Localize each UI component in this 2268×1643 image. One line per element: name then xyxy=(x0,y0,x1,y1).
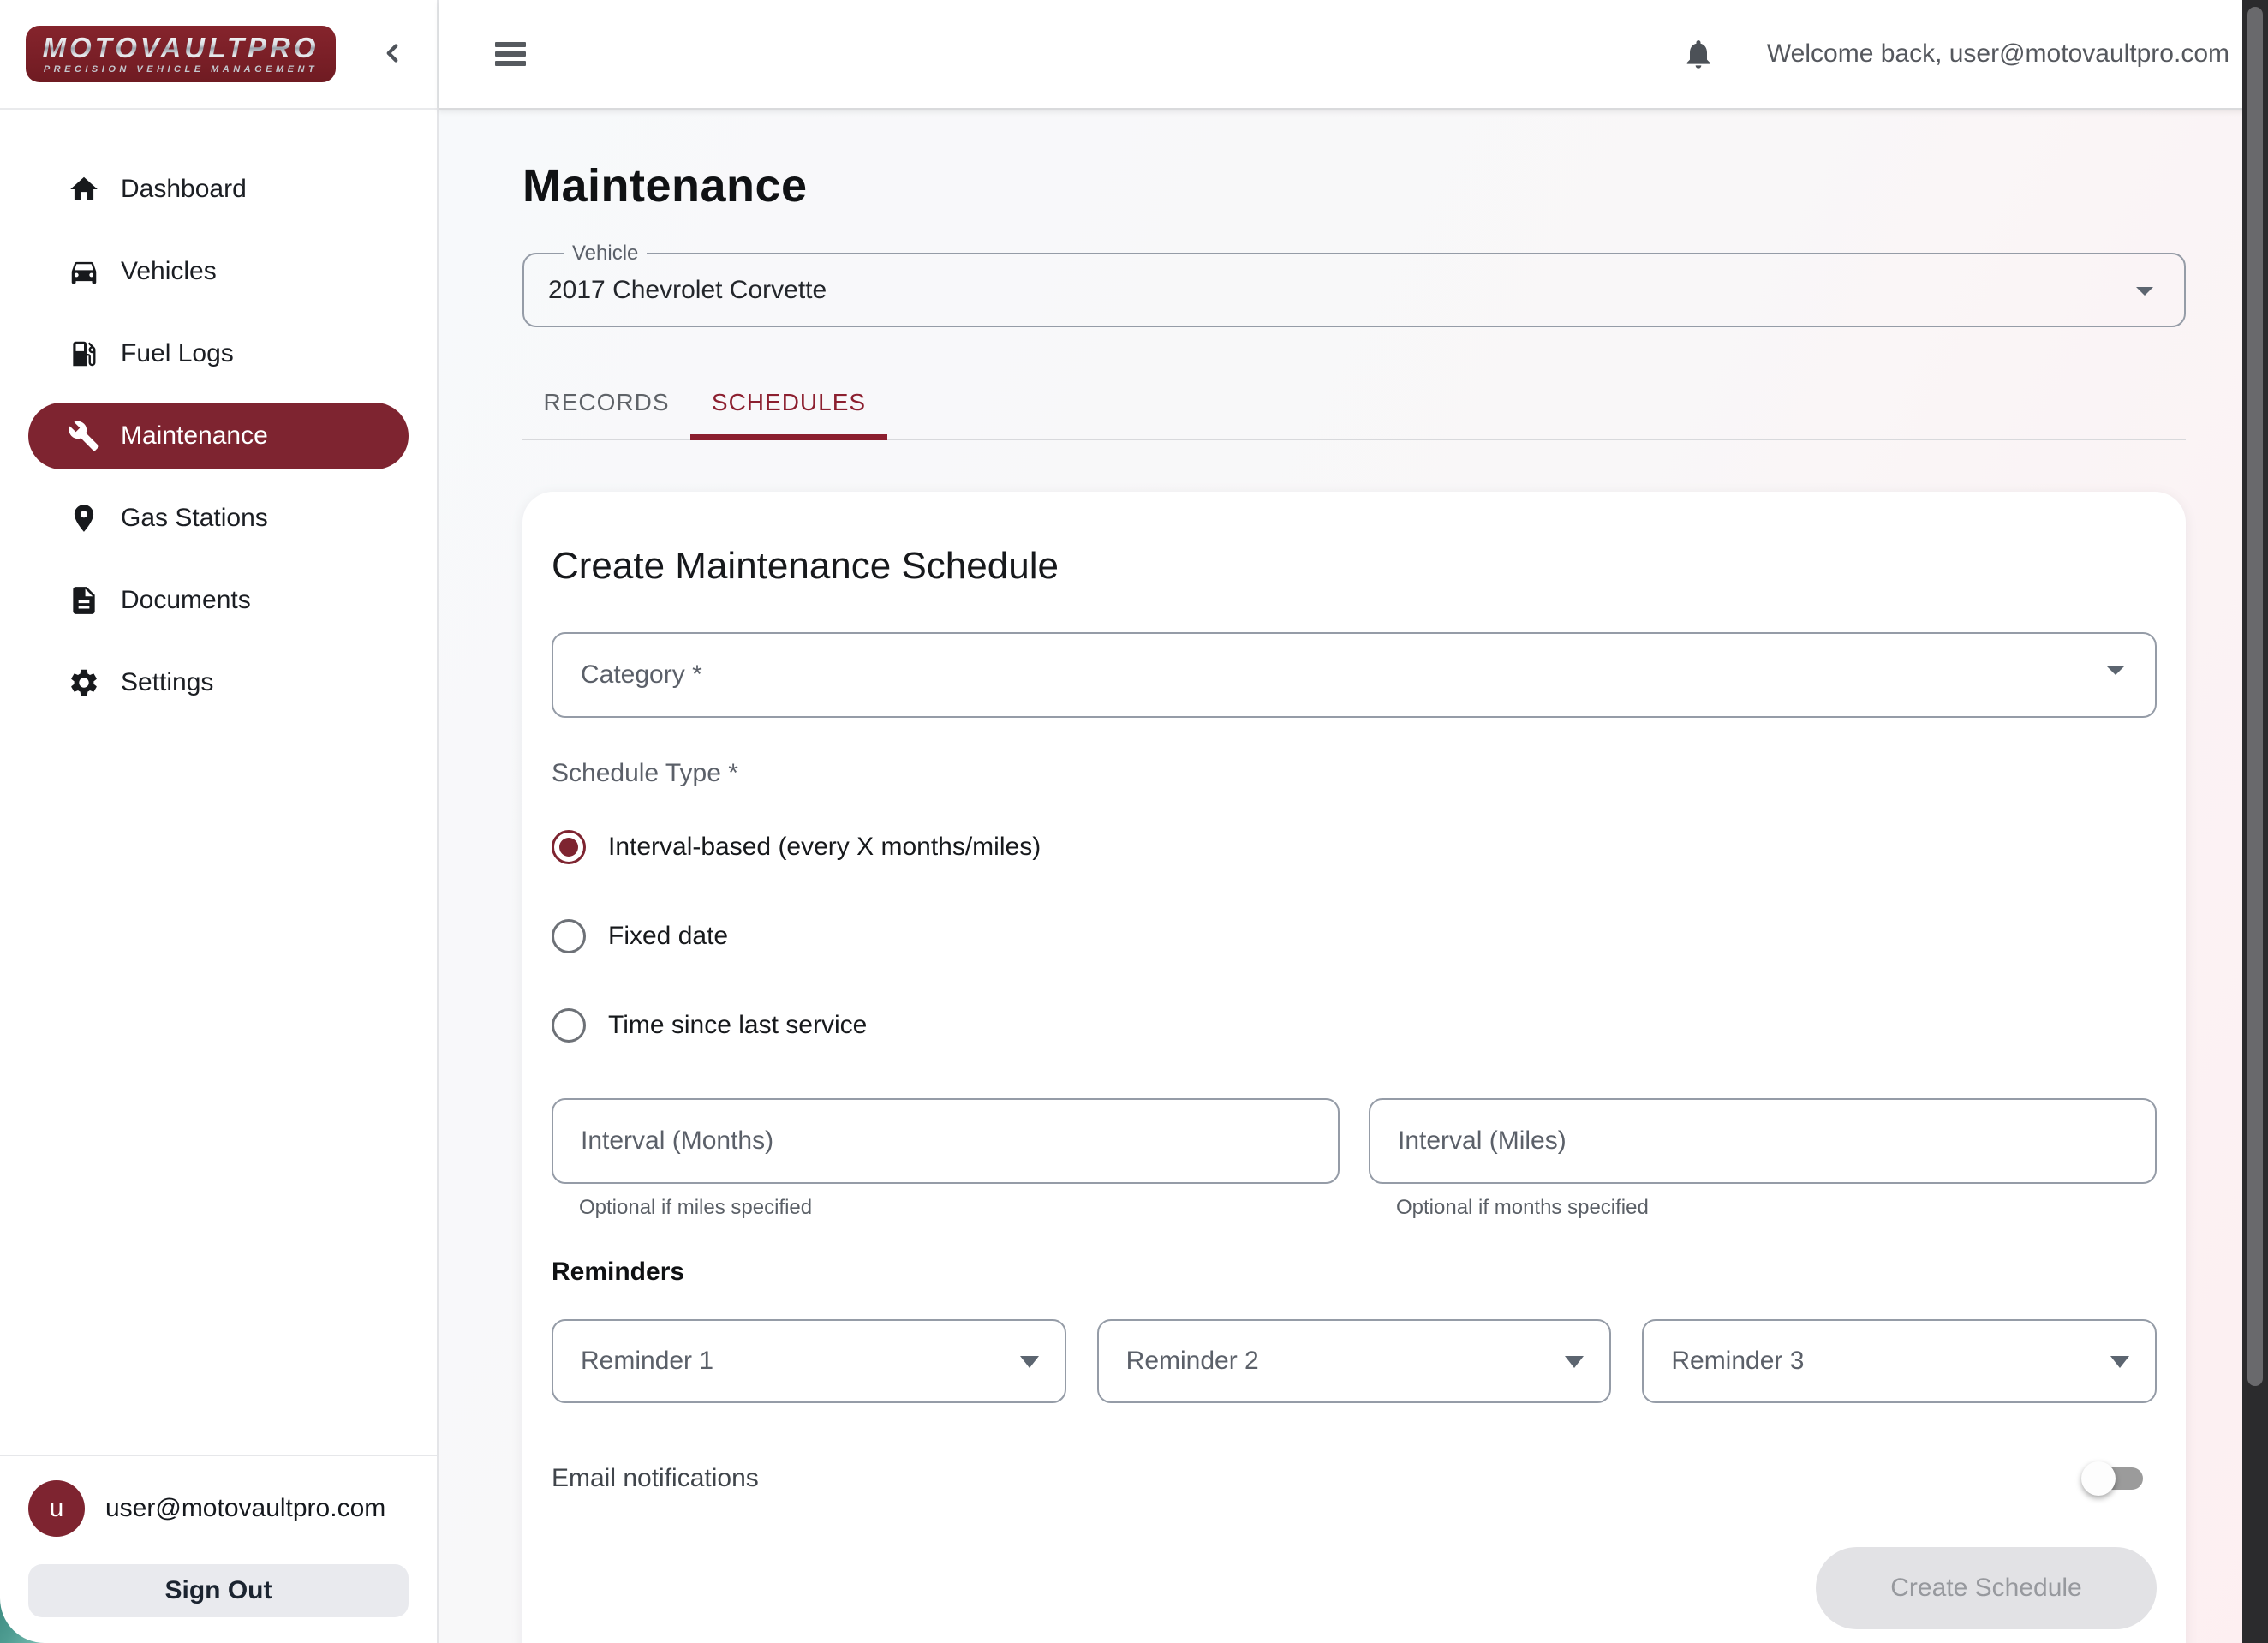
scrollbar-thumb[interactable] xyxy=(2247,7,2263,1386)
interval-fields-row: Optional if miles specified Optional if … xyxy=(552,1098,2157,1220)
notifications-bell-icon[interactable] xyxy=(1681,35,1719,73)
app-root: MOTOVAULTPRO PRECISION VEHICLE MANAGEMEN… xyxy=(0,0,2268,1643)
brand-subtitle: PRECISION VEHICLE MANAGEMENT xyxy=(44,65,318,75)
car-icon xyxy=(68,255,100,288)
radio-time-since-last-service[interactable]: Time since last service xyxy=(552,995,2157,1055)
card-title: Create Maintenance Schedule xyxy=(552,545,2157,588)
create-schedule-card: Create Maintenance Schedule Category * S… xyxy=(522,492,2186,1643)
radio-button-icon xyxy=(552,919,586,953)
tab-schedules[interactable]: SCHEDULES xyxy=(690,367,887,439)
dropdown-arrow-icon xyxy=(1020,1356,1039,1368)
create-schedule-button[interactable]: Create Schedule xyxy=(1816,1547,2157,1629)
topbar: Welcome back, user@motovaultpro.com xyxy=(439,0,2268,110)
radio-label: Time since last service xyxy=(608,1011,867,1040)
radio-button-icon xyxy=(552,1008,586,1043)
interval-months-group: Optional if miles specified xyxy=(552,1098,1340,1220)
sidebar-item-label: Maintenance xyxy=(121,421,268,451)
reminders-row: Reminder 1 Reminder 2 Reminder 3 xyxy=(552,1319,2157,1403)
vehicle-select[interactable]: Vehicle 2017 Chevrolet Corvette xyxy=(522,242,2186,327)
gas-pump-icon xyxy=(68,338,100,370)
toggle-thumb xyxy=(2081,1461,2116,1496)
sidebar-item-label: Vehicles xyxy=(121,257,217,286)
radio-label: Fixed date xyxy=(608,922,728,951)
sidebar: MOTOVAULTPRO PRECISION VEHICLE MANAGEMEN… xyxy=(0,0,439,1643)
schedule-type-label: Schedule Type * xyxy=(552,759,2157,788)
reminders-label: Reminders xyxy=(552,1258,2157,1287)
category-select-placeholder: Category * xyxy=(581,660,702,690)
brand-title: MOTOVAULTPRO xyxy=(43,33,319,62)
tab-label: SCHEDULES xyxy=(712,389,866,416)
sidebar-item-documents[interactable]: Documents xyxy=(28,567,409,634)
sidebar-footer: u user@motovaultpro.com Sign Out xyxy=(0,1455,437,1643)
sidebar-item-gas-stations[interactable]: Gas Stations xyxy=(28,485,409,552)
email-notifications-toggle[interactable] xyxy=(2081,1458,2148,1499)
brand-logo: MOTOVAULTPRO PRECISION VEHICLE MANAGEMEN… xyxy=(26,26,336,82)
interval-miles-group: Optional if months specified xyxy=(1369,1098,2157,1220)
home-icon xyxy=(68,173,100,206)
hamburger-menu-icon[interactable] xyxy=(495,35,533,73)
reminder-1-select[interactable]: Reminder 1 xyxy=(552,1319,1066,1403)
topbar-right: Welcome back, user@motovaultpro.com xyxy=(1681,35,2229,73)
reminder-select-placeholder: Reminder 3 xyxy=(1671,1347,1804,1376)
vehicle-select-label: Vehicle xyxy=(572,242,638,266)
active-tab-indicator xyxy=(690,434,887,440)
tab-bar: RECORDS SCHEDULES xyxy=(522,367,2186,440)
sidebar-item-label: Settings xyxy=(121,668,213,697)
chevron-down-icon xyxy=(2124,270,2165,311)
reminder-select-placeholder: Reminder 2 xyxy=(1126,1347,1259,1376)
radio-interval-based[interactable]: Interval-based (every X months/miles) xyxy=(552,817,2157,877)
sidebar-nav: Dashboard Vehicles Fuel Logs Maintenance xyxy=(0,110,437,1455)
interval-miles-field[interactable] xyxy=(1369,1098,2157,1184)
interval-months-helper: Optional if miles specified xyxy=(579,1196,1340,1220)
avatar: u xyxy=(28,1480,85,1537)
interval-miles-helper: Optional if months specified xyxy=(1396,1196,2157,1220)
sidebar-item-settings[interactable]: Settings xyxy=(28,649,409,716)
tab-label: RECORDS xyxy=(543,389,669,416)
sidebar-item-dashboard[interactable]: Dashboard xyxy=(28,156,409,223)
sign-out-button[interactable]: Sign Out xyxy=(28,1564,409,1617)
radio-button-icon xyxy=(552,830,586,864)
dropdown-arrow-icon xyxy=(1565,1356,1584,1368)
main-area: Welcome back, user@motovaultpro.com Main… xyxy=(439,0,2268,1643)
page-content: Maintenance Vehicle 2017 Chevrolet Corve… xyxy=(439,110,2268,1643)
sidebar-item-fuel-logs[interactable]: Fuel Logs xyxy=(28,320,409,387)
sidebar-header: MOTOVAULTPRO PRECISION VEHICLE MANAGEMEN… xyxy=(0,0,437,110)
map-pin-icon xyxy=(68,502,100,535)
sidebar-item-label: Fuel Logs xyxy=(121,339,234,368)
page-scrollbar[interactable] xyxy=(2242,0,2268,1643)
interval-months-field[interactable] xyxy=(552,1098,1340,1184)
tab-records[interactable]: RECORDS xyxy=(522,367,690,439)
dropdown-arrow-icon xyxy=(2110,1356,2129,1368)
user-email: user@motovaultpro.com xyxy=(105,1494,385,1523)
category-select[interactable]: Category * xyxy=(552,632,2157,718)
radio-fixed-date[interactable]: Fixed date xyxy=(552,906,2157,966)
interval-months-input[interactable] xyxy=(581,1126,1310,1156)
sidebar-collapse-button[interactable] xyxy=(373,35,411,73)
sidebar-item-vehicles[interactable]: Vehicles xyxy=(28,238,409,305)
gear-icon xyxy=(68,666,100,699)
schedule-type-radio-group: Interval-based (every X months/miles) Fi… xyxy=(552,817,2157,1055)
submit-row: Create Schedule xyxy=(552,1547,2157,1629)
reminder-select-placeholder: Reminder 1 xyxy=(581,1347,713,1376)
sidebar-item-label: Dashboard xyxy=(121,175,247,204)
wrench-icon xyxy=(68,420,100,452)
reminder-3-select[interactable]: Reminder 3 xyxy=(1642,1319,2157,1403)
chevron-down-icon xyxy=(2095,649,2136,690)
chevron-left-icon xyxy=(378,39,407,70)
welcome-text: Welcome back, user@motovaultpro.com xyxy=(1767,39,2229,69)
vehicle-select-value: 2017 Chevrolet Corvette xyxy=(548,276,827,305)
interval-miles-input[interactable] xyxy=(1398,1126,2128,1156)
page-title: Maintenance xyxy=(522,159,2186,212)
sidebar-item-label: Gas Stations xyxy=(121,504,268,533)
user-row: u user@motovaultpro.com xyxy=(28,1480,409,1537)
document-icon xyxy=(68,584,100,617)
sidebar-item-maintenance[interactable]: Maintenance xyxy=(28,403,409,469)
sidebar-item-label: Documents xyxy=(121,586,251,615)
email-notifications-label: Email notifications xyxy=(552,1464,759,1493)
reminder-2-select[interactable]: Reminder 2 xyxy=(1097,1319,1612,1403)
radio-label: Interval-based (every X months/miles) xyxy=(608,833,1041,862)
email-notifications-row: Email notifications xyxy=(552,1458,2157,1499)
